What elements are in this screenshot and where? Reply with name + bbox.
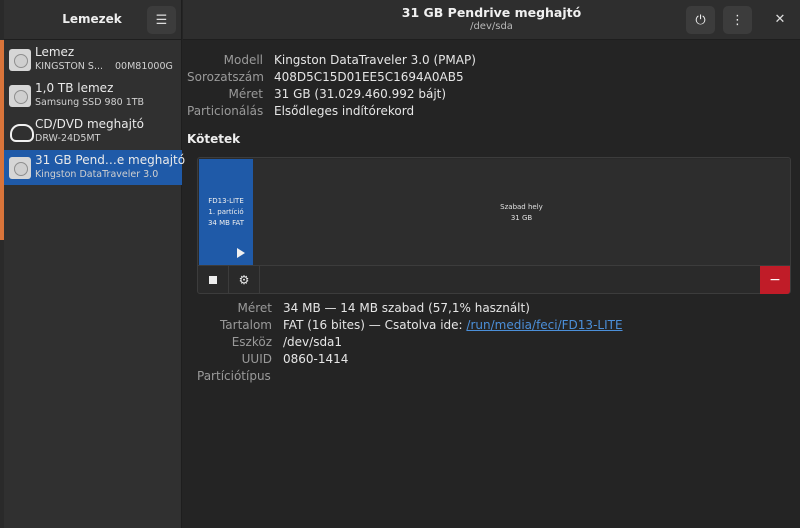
partitioning-value: Elsődleges indítórekord bbox=[274, 104, 415, 118]
drive-item-kingston[interactable]: Lemez KINGSTON S... 00M81000G bbox=[4, 42, 182, 77]
size-value: 31 GB (31.029.460.992 bájt) bbox=[274, 87, 447, 101]
partition-name: FD13-LITE bbox=[208, 197, 244, 205]
volume-toolbar: ⚙ − bbox=[198, 265, 790, 294]
drive-model: KINGSTON S... bbox=[35, 61, 104, 72]
unmount-button[interactable] bbox=[198, 266, 229, 294]
vertical-dots-icon: ⋮ bbox=[731, 12, 744, 28]
partition-size: 34 MB FAT bbox=[207, 219, 245, 227]
sidebar-header: Lemezek ☰ bbox=[4, 0, 181, 40]
disk-icon bbox=[9, 85, 31, 107]
volumes-title: Kötetek bbox=[187, 132, 241, 146]
partition-block[interactable]: FD13-LITE 1. partíció 34 MB FAT bbox=[199, 159, 253, 265]
drive-name: Lemez bbox=[35, 45, 75, 59]
device-label: Eszköz bbox=[231, 335, 272, 349]
drive-item-pendrive[interactable]: 31 GB Pend…e meghajtó Kingston DataTrave… bbox=[4, 150, 186, 185]
free-space-title: Szabad hely bbox=[500, 203, 543, 211]
drive-name: 31 GB Pend…e meghajtó bbox=[35, 153, 186, 167]
free-space-label: Szabad hely 31 GB bbox=[253, 202, 790, 224]
partition-number: 1. partíció bbox=[208, 208, 244, 216]
disk-icon bbox=[9, 157, 31, 179]
drive-item-samsung[interactable]: 1,0 TB lemez Samsung SSD 980 1TB bbox=[4, 78, 182, 113]
drive-model-suffix: 00M81000G bbox=[115, 61, 173, 72]
free-space-size: 31 GB bbox=[510, 214, 533, 222]
drive-name: 1,0 TB lemez bbox=[35, 81, 114, 95]
drive-model: DRW-24D5MT bbox=[35, 133, 101, 144]
uuid-value: 0860-1414 bbox=[283, 352, 349, 366]
drive-menu-button[interactable]: ⋮ bbox=[723, 6, 752, 34]
power-off-button[interactable]: ⏻ bbox=[686, 6, 715, 34]
minus-icon: − bbox=[769, 272, 781, 288]
serial-label: Sorozatszám bbox=[187, 70, 264, 84]
power-icon: ⏻ bbox=[695, 12, 706, 28]
free-space-block[interactable]: Szabad hely 31 GB bbox=[253, 159, 790, 265]
device-value: /dev/sda1 bbox=[283, 335, 343, 349]
content-prefix: FAT (16 bites) — Csatolva ide: bbox=[283, 318, 467, 332]
stop-icon bbox=[209, 276, 217, 284]
close-icon: ✕ bbox=[774, 12, 786, 27]
play-icon bbox=[237, 248, 245, 258]
menu-button[interactable]: ☰ bbox=[147, 6, 176, 34]
model-label: Modell bbox=[223, 53, 263, 67]
content-value: FAT (16 bites) — Csatolva ide: /run/medi… bbox=[283, 318, 623, 332]
sidebar: Lemezek ☰ Lemez KINGSTON S... 00M81000G … bbox=[4, 0, 186, 528]
partition-settings-button[interactable]: ⚙ bbox=[229, 266, 260, 294]
hamburger-menu-icon: ☰ bbox=[155, 12, 168, 28]
header-bar: 31 GB Pendrive meghajtó /dev/sda ⏻ ⋮ ✕ bbox=[183, 0, 800, 40]
drive-item-optical[interactable]: CD/DVD meghajtó DRW-24D5MT bbox=[4, 114, 182, 149]
delete-partition-button[interactable]: − bbox=[760, 266, 790, 294]
serial-value: 408D5C15D01EE5C1694A0AB5 bbox=[274, 70, 464, 84]
content-label: Tartalom bbox=[219, 318, 272, 332]
gears-icon: ⚙ bbox=[238, 273, 250, 287]
uuid-label: UUID bbox=[241, 352, 272, 366]
disk-icon bbox=[9, 49, 31, 71]
drive-model: Samsung SSD 980 1TB bbox=[35, 97, 145, 108]
drive-model: Kingston DataTraveler 3.0 bbox=[35, 169, 159, 180]
vol-size-value: 34 MB — 14 MB szabad (57,1% használt) bbox=[283, 301, 530, 315]
parttype-label: Partíciótípus bbox=[197, 369, 271, 383]
partition-label: FD13-LITE 1. partíció 34 MB FAT bbox=[199, 196, 253, 229]
volume-map: FD13-LITE 1. partíció 34 MB FAT Szabad h… bbox=[197, 157, 791, 294]
drive-name: CD/DVD meghajtó bbox=[35, 117, 144, 131]
optical-drive-icon bbox=[9, 121, 34, 143]
size-label: Méret bbox=[228, 87, 264, 101]
vol-size-label: Méret bbox=[237, 301, 273, 315]
mount-point-link[interactable]: /run/media/feci/FD13-LITE bbox=[466, 318, 622, 332]
close-button[interactable]: ✕ bbox=[770, 10, 790, 30]
partitioning-label: Particionálás bbox=[187, 104, 264, 118]
model-value: Kingston DataTraveler 3.0 (PMAP) bbox=[274, 53, 476, 67]
